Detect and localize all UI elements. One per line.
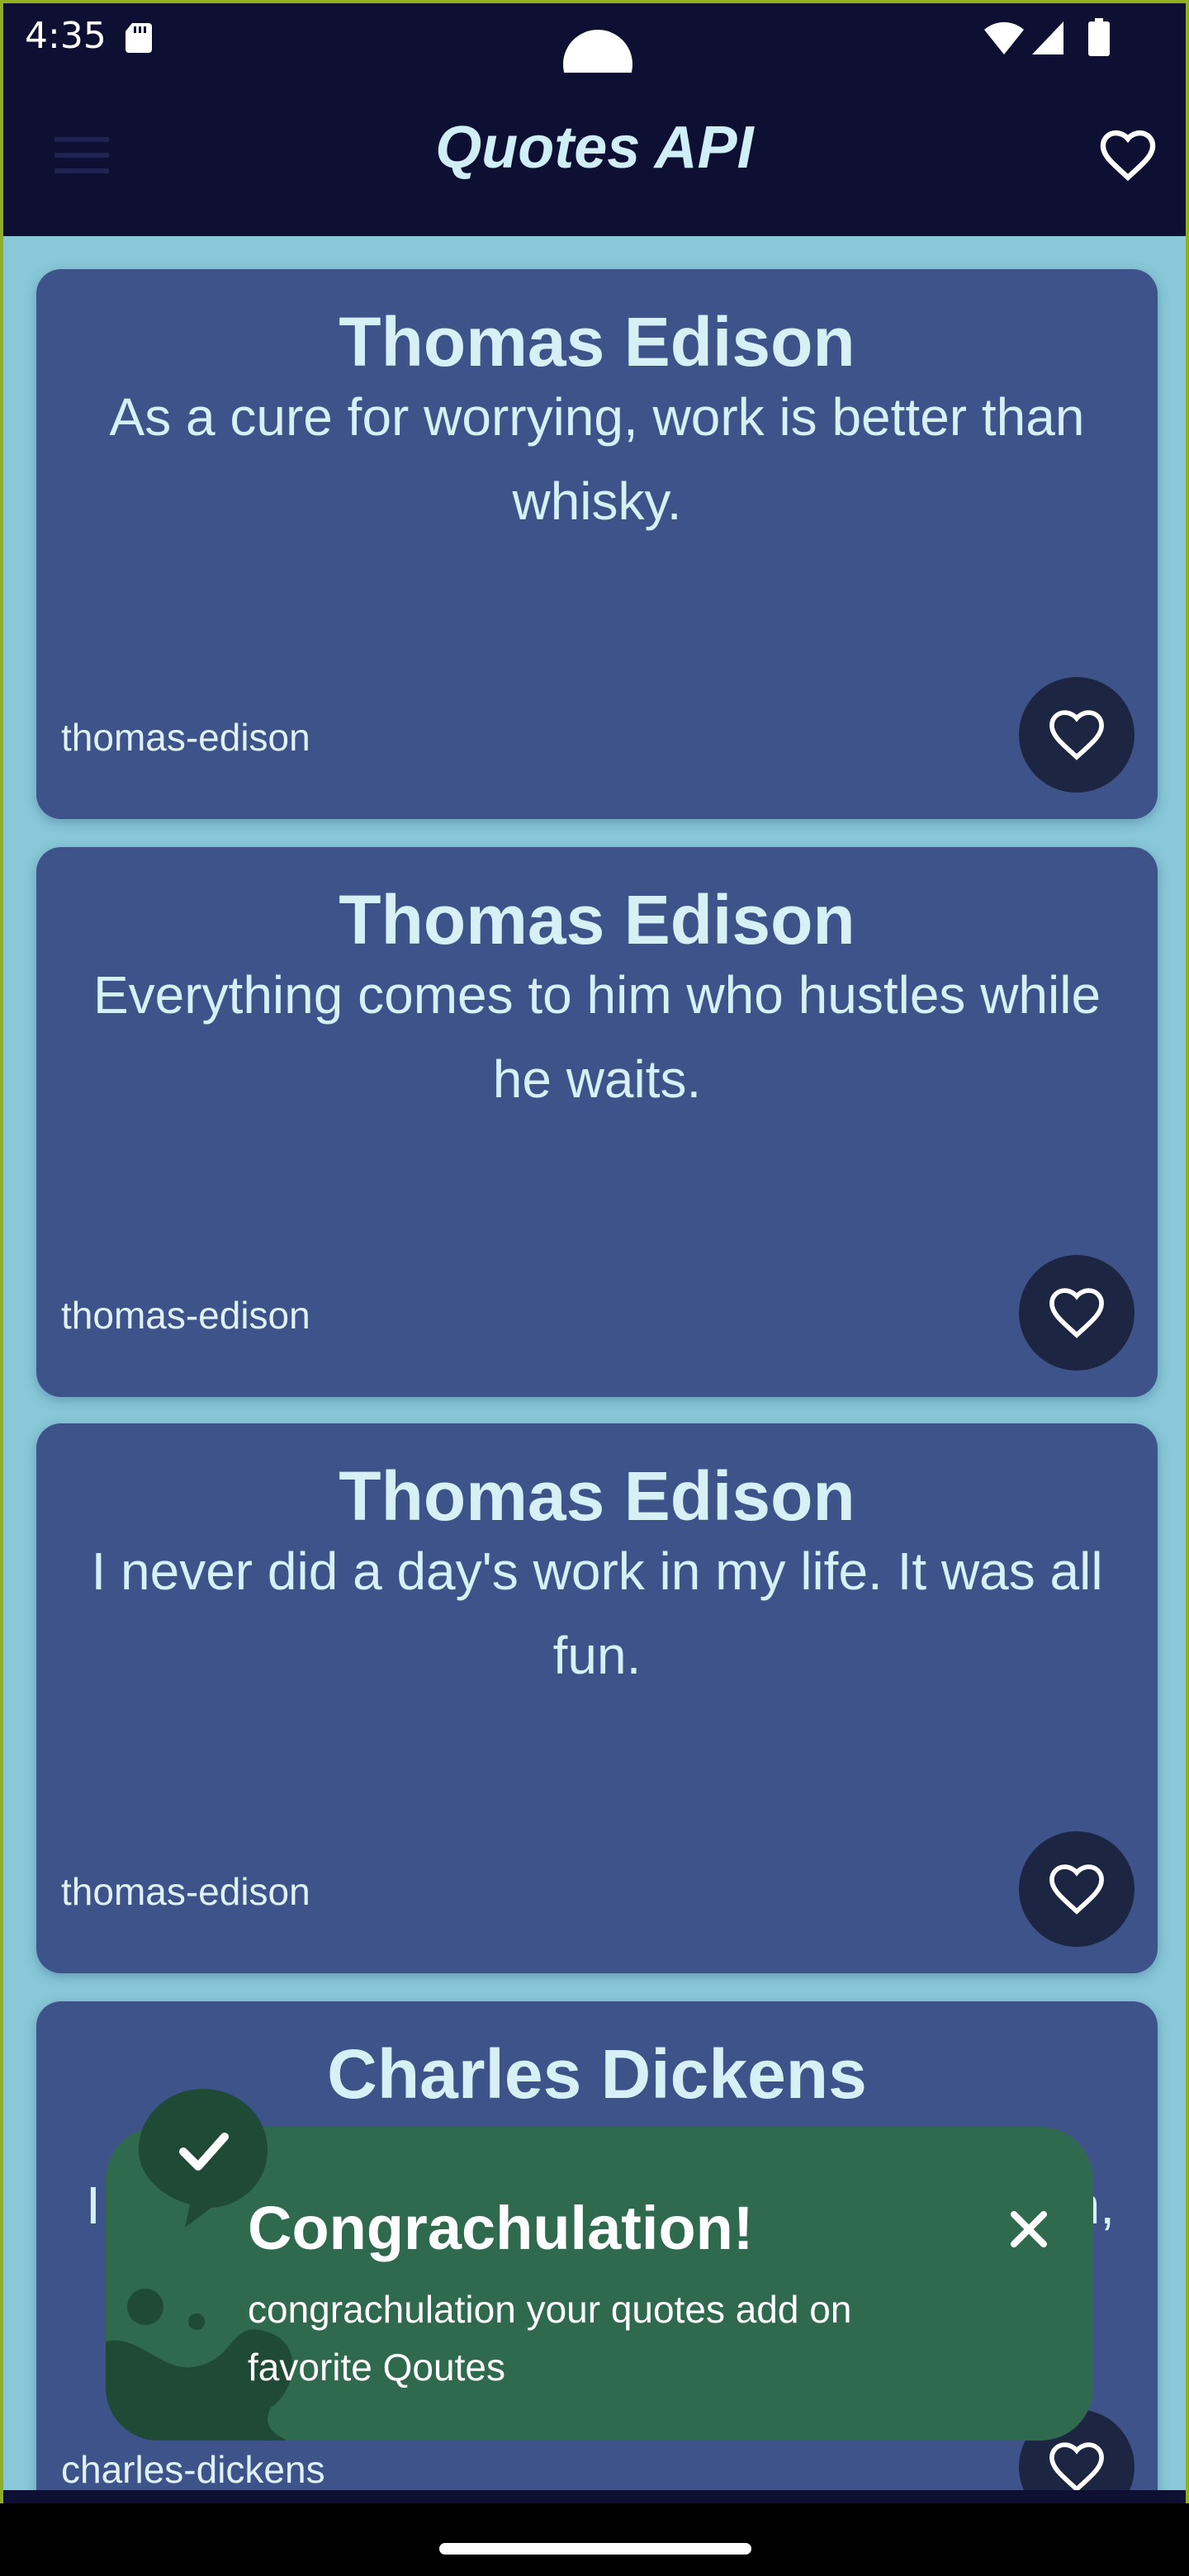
app-screen: 4:35 Quotes API Thomas Edison As a cure … — [0, 0, 1189, 2576]
favorite-button[interactable] — [1019, 1255, 1135, 1371]
quote-slug: thomas-edison — [61, 1870, 310, 1913]
quote-card: Thomas Edison I never did a day's work i… — [36, 1423, 1158, 1973]
heart-outline-icon — [1049, 710, 1104, 760]
quote-text: I never did a day's work in my life. It … — [91, 1541, 1103, 1685]
quote-card: Thomas Edison As a cure for worrying, wo… — [36, 269, 1158, 819]
quote-author: Thomas Edison — [339, 1457, 855, 1535]
heart-outline-icon — [1049, 1288, 1104, 1338]
quote-card: Thomas Edison Everything comes to him wh… — [36, 847, 1158, 1397]
wifi-icon — [984, 21, 1024, 54]
battery-icon — [1088, 18, 1110, 56]
quote-author: Thomas Edison — [339, 881, 855, 959]
navigation-bar — [0, 2503, 1189, 2576]
sd-card-icon — [126, 23, 152, 53]
check-icon — [139, 2089, 268, 2228]
heart-outline-icon — [1049, 2442, 1104, 2490]
quote-slug: charles-dickens — [61, 2448, 325, 2490]
quote-slug: thomas-edison — [61, 1294, 310, 1337]
close-icon[interactable] — [1006, 2206, 1052, 2252]
toast-title: Congrachulation! — [248, 2194, 754, 2262]
favorite-button[interactable] — [1019, 677, 1135, 793]
quote-author: Thomas Edison — [339, 303, 855, 381]
quote-text-start: I — [86, 2176, 101, 2235]
status-bar: 4:35 — [3, 3, 1186, 99]
heart-outline-icon — [1049, 1864, 1104, 1915]
signal-icon — [1032, 21, 1063, 54]
quote-slug: thomas-edison — [61, 716, 310, 759]
quote-text: As a cure for worrying, work is better t… — [109, 387, 1085, 531]
toast-message: congrachulation your quotes add on favor… — [248, 2288, 852, 2389]
quote-text: Everything comes to him who hustles whil… — [92, 965, 1101, 1109]
favorites-heart-icon[interactable] — [1097, 124, 1159, 187]
app-bar: Quotes API — [3, 73, 1186, 236]
status-time: 4:35 — [25, 15, 107, 57]
favorite-button[interactable] — [1019, 1831, 1135, 1947]
app-title: Quotes API — [435, 115, 754, 181]
home-gesture-handle[interactable] — [439, 2543, 751, 2555]
